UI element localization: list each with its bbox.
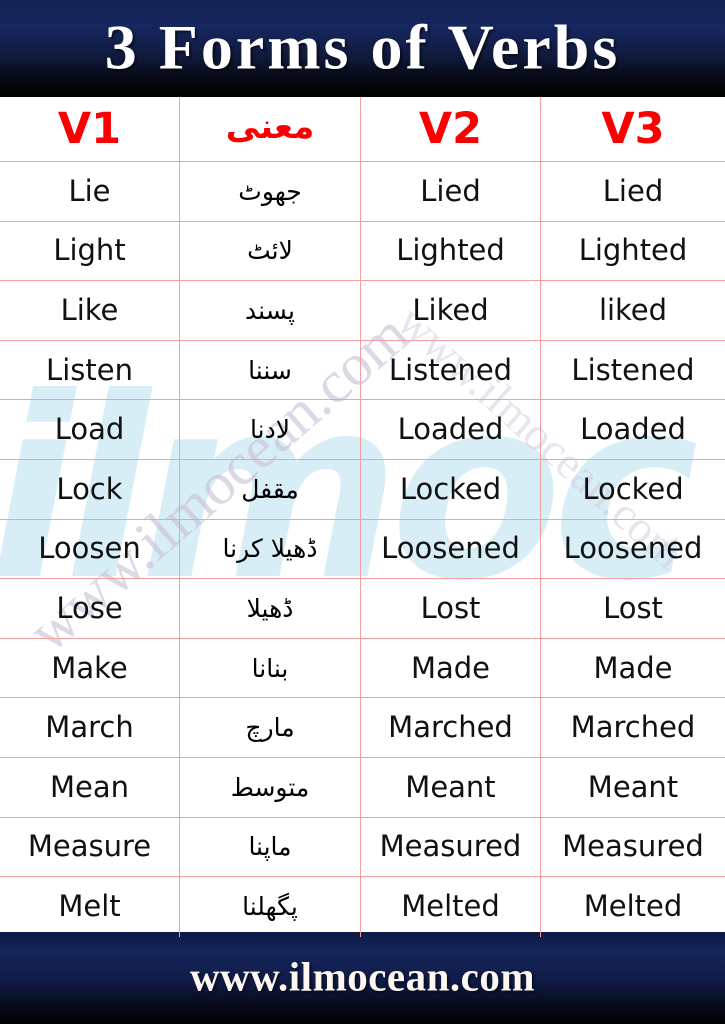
column-header-meaning: معنی [180, 97, 361, 161]
table-header-row: V1 معنی V2 V3 [0, 97, 725, 162]
table-row: Measure ماپنا Measured Measured [0, 817, 725, 878]
cell-meaning: ڈھیلا کرنا [180, 519, 361, 579]
cell-meaning: جھوٹ [180, 162, 361, 221]
cell-meaning: لادنا [180, 400, 361, 459]
cell-v3: Meant [587, 769, 679, 804]
cell-v1: Lose [0, 579, 180, 638]
cell-v2: Locked [361, 459, 541, 519]
table-row: Lose ڈھیلا Lost Lost [0, 579, 725, 639]
header-banner: 3 Forms of Verbs [0, 0, 725, 97]
cell-v1: Like [0, 281, 180, 340]
cell-v2: Liked [361, 281, 541, 340]
cell-meaning: سننا [180, 340, 361, 400]
cell-v2: Lost [361, 579, 541, 638]
table-row: Melt پگھلنا Melted Melted [0, 877, 725, 937]
table-row: Light لائٹ Lighted Lighted [0, 221, 725, 282]
cell-meaning: مقفل [180, 459, 361, 519]
cell-v1: Load [0, 400, 180, 459]
cell-v3: Made [593, 650, 673, 685]
cell-v3: Loaded [580, 412, 686, 447]
cell-v3: Lost [603, 590, 663, 625]
cell-v3: Lighted [578, 233, 688, 268]
table-row: Listen سننا Listened Listened [0, 340, 725, 401]
cell-v2: Lied [361, 162, 541, 221]
cell-meaning: پسند [180, 281, 361, 340]
cell-meaning: ڈھیلا [180, 579, 361, 638]
cell-v1: Loosen [0, 519, 180, 579]
cell-v2: Loosened [361, 519, 541, 579]
verb-forms-table: V1 معنی V2 V3 Lie جھوٹ Lied Lied Light لائٹ Lighte… [0, 97, 725, 937]
cell-v2: Meant [361, 757, 541, 817]
cell-v2: Loaded [361, 400, 541, 459]
table-row: Lie جھوٹ Lied Lied [0, 162, 725, 222]
cell-v3: Listened [571, 352, 695, 387]
column-header-v3: V3 [601, 103, 665, 154]
cell-v3: Measured [562, 829, 704, 864]
table-row: March مارچ Marched Marched [0, 698, 725, 758]
table-row: Make بنانا Made Made [0, 638, 725, 699]
cell-v2: Measured [361, 817, 541, 877]
cell-v1: Lie [0, 162, 180, 221]
cell-v2: Listened [361, 340, 541, 400]
cell-v1: Make [0, 638, 180, 698]
cell-meaning: ماپنا [180, 817, 361, 877]
cell-meaning: متوسط [180, 757, 361, 817]
cell-v3: Loosened [563, 531, 703, 566]
cell-v3: liked [598, 292, 668, 327]
column-header-v2: V2 [361, 97, 541, 161]
cell-v1: Measure [0, 817, 180, 877]
cell-v1: March [0, 698, 180, 757]
cell-v1: Melt [0, 877, 180, 937]
cell-v1: Listen [0, 340, 180, 400]
table-row: Mean متوسط Meant Meant [0, 757, 725, 818]
cell-v2: Melted [361, 877, 541, 937]
cell-v2: Made [361, 638, 541, 698]
cell-v3: Melted [583, 889, 683, 924]
table-row: Lock مقفل Locked Locked [0, 459, 725, 520]
page-title: 3 Forms of Verbs [104, 11, 621, 83]
cell-v3: Marched [570, 710, 696, 745]
table-row: Loosen ڈھیلا کرنا Loosened Loosened [0, 519, 725, 580]
cell-meaning: مارچ [180, 698, 361, 757]
table-row: Like پسند Liked liked [0, 281, 725, 341]
cell-meaning: لائٹ [180, 221, 361, 281]
cell-v1: Mean [0, 757, 180, 817]
website-url: www.ilmocean.com [189, 953, 536, 1000]
column-header-v1: V1 [0, 97, 180, 161]
cell-v3: Locked [582, 471, 684, 506]
footer-banner: www.ilmocean.com [0, 932, 725, 1024]
cell-v2: Marched [361, 698, 541, 757]
cell-meaning: پگھلنا [180, 877, 361, 937]
cell-v1: Lock [0, 459, 180, 519]
cell-meaning: بنانا [180, 638, 361, 698]
table-row: Load لادنا Loaded Loaded [0, 400, 725, 460]
verb-forms-infographic: 3 Forms of Verbs ilmoc www.ilmocean.com … [0, 0, 725, 1024]
cell-v1: Light [0, 221, 180, 281]
cell-v2: Lighted [361, 221, 541, 281]
cell-v3: Lied [602, 173, 664, 208]
